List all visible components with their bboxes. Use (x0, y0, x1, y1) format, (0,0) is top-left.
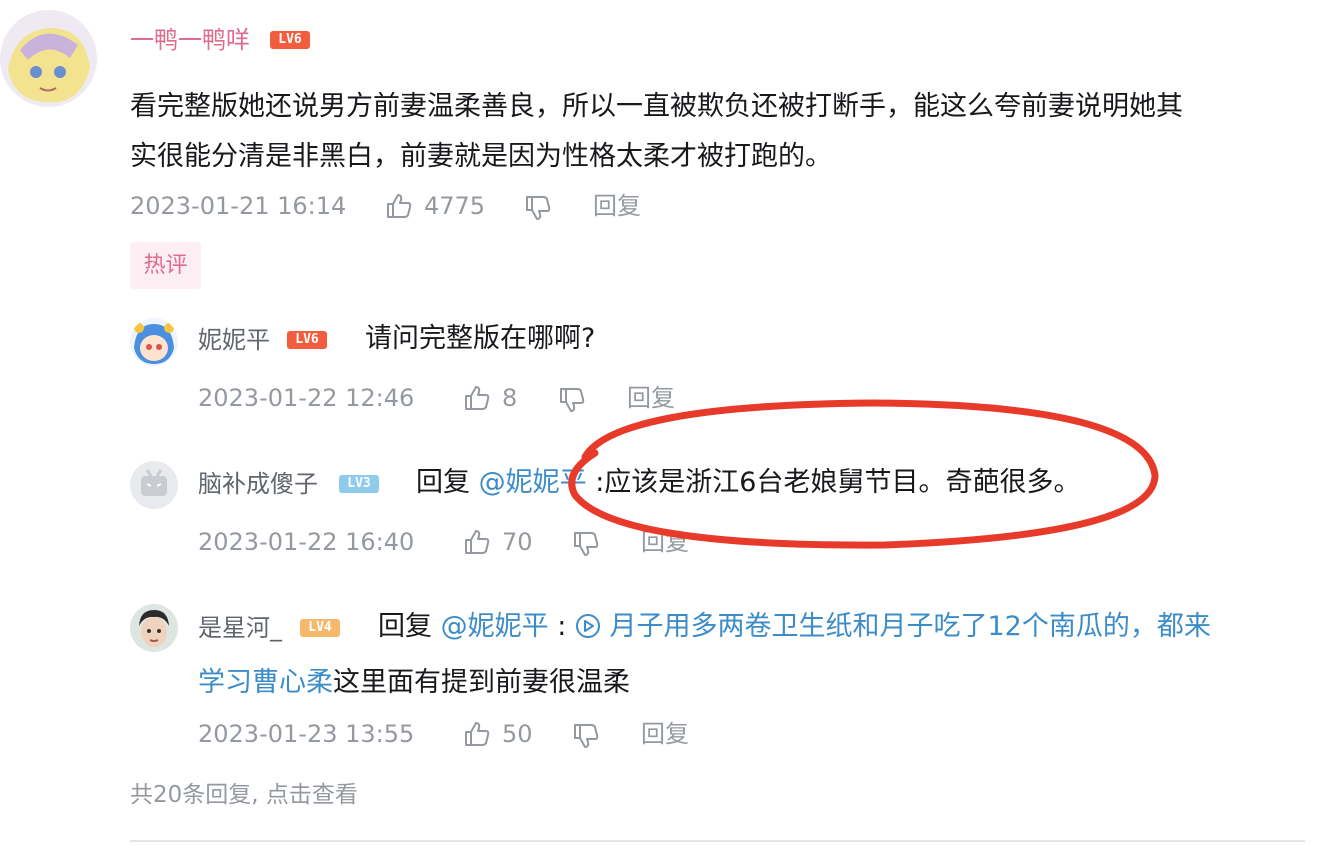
reply-prefix: 回复 (416, 467, 470, 498)
level-badge: LV6 (287, 331, 327, 349)
username[interactable]: 一鸭一鸭咩 (130, 25, 250, 55)
avatar[interactable] (130, 461, 178, 509)
reply-text: 这里面有提到前妻很温柔 (333, 667, 630, 698)
avatar[interactable] (0, 10, 97, 107)
level-badge: LV4 (300, 619, 340, 637)
like-count: 4775 (424, 192, 486, 220)
reply-button[interactable]: 回复 (593, 191, 641, 221)
thumbs-up-icon[interactable] (463, 528, 491, 556)
video-link[interactable]: 学习曹心柔 (198, 667, 333, 698)
level-badge: LV6 (270, 31, 310, 49)
annotation-circle (568, 399, 1159, 549)
username[interactable]: 是星河_ (198, 613, 282, 643)
like-count: 8 (502, 384, 518, 412)
mention-link[interactable]: @妮妮平 (441, 611, 549, 642)
hot-comment-badge: 热评 (130, 242, 201, 289)
thumbs-up-icon[interactable] (463, 384, 491, 412)
reply-button[interactable]: 回复 (641, 719, 689, 749)
divider (130, 840, 1305, 842)
thumbs-up-icon[interactable] (385, 192, 413, 220)
view-more-replies[interactable]: 共20条回复, 点击查看 (130, 780, 358, 810)
username[interactable]: 脑补成傻子 (198, 469, 318, 499)
reply-text: 请问完整版在哪啊? (365, 323, 596, 354)
comment-time: 2023-01-22 16:40 (198, 528, 415, 556)
username[interactable]: 妮妮平 (198, 325, 270, 355)
comment-time: 2023-01-23 13:55 (198, 720, 415, 748)
play-circle-icon[interactable] (575, 613, 601, 639)
comment-text-line: 实很能分清是非黑白，前妻就是因为性格太柔才被打跑的。 (130, 141, 832, 172)
reply-line: 回复 @妮妮平 : 月子用多两卷卫生纸和月子吃了12个南瓜的，都来 (378, 602, 1211, 652)
video-link[interactable]: 月子用多两卷卫生纸和月子吃了12个南瓜的，都来 (609, 611, 1210, 642)
comment-time: 2023-01-21 16:14 (130, 192, 347, 220)
thumbs-down-icon[interactable] (524, 194, 552, 222)
comment-time: 2023-01-22 12:46 (198, 384, 415, 412)
thumbs-down-icon[interactable] (572, 722, 600, 750)
comment-text-line: 看完整版她还说男方前妻温柔善良，所以一直被欺负还被打断手，能这么夸前妻说明她其 (130, 91, 1183, 122)
reply-line: 学习曹心柔这里面有提到前妻很温柔 (198, 658, 630, 708)
avatar[interactable] (130, 318, 178, 366)
level-badge: LV3 (339, 475, 379, 493)
colon: : (557, 611, 567, 642)
like-count: 70 (502, 528, 533, 556)
thumbs-up-icon[interactable] (463, 720, 491, 748)
avatar[interactable] (130, 604, 178, 652)
reply-prefix: 回复 (378, 611, 432, 642)
like-count: 50 (502, 720, 533, 748)
